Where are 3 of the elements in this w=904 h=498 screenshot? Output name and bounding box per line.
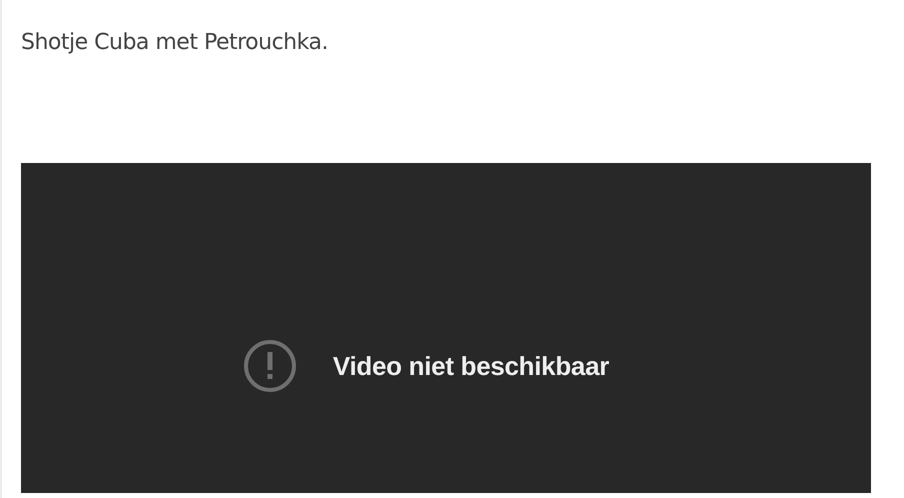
warning-icon	[242, 339, 297, 393]
post-text: Shotje Cuba met Petrouchka.	[21, 29, 329, 55]
video-unavailable-message: Video niet beschikbaar	[332, 350, 610, 382]
